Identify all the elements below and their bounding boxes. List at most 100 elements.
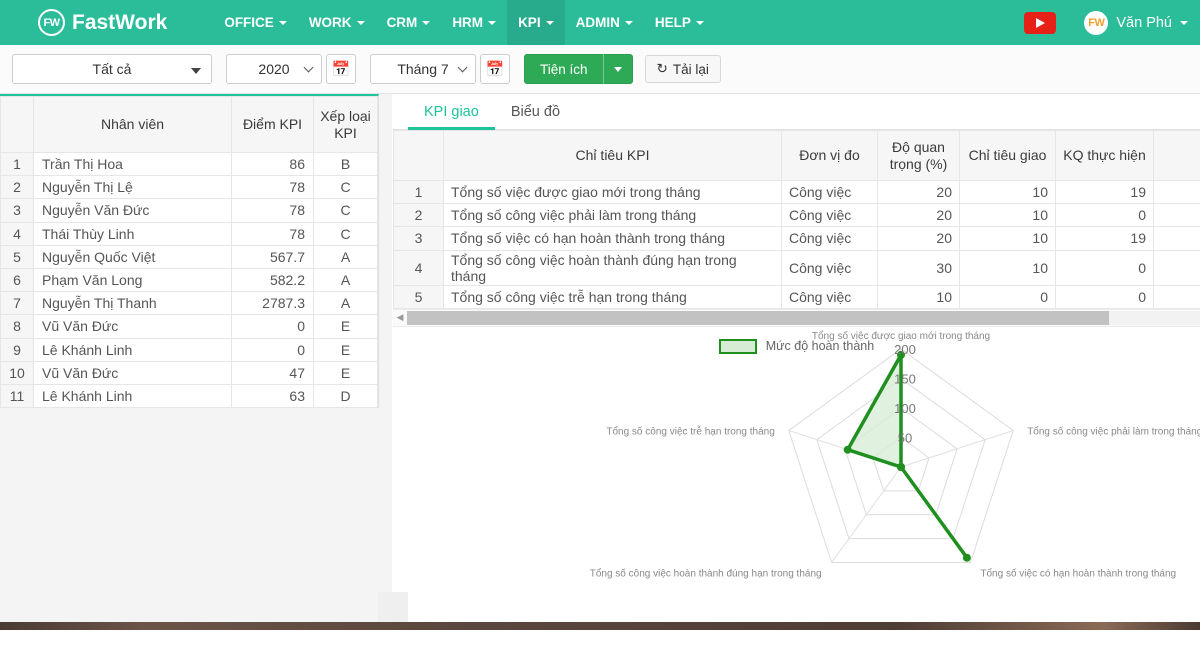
employee-name: Nguyễn Quốc Việt <box>34 245 232 268</box>
nav-item-admin[interactable]: ADMIN <box>565 0 644 45</box>
radar-data-point[interactable] <box>897 463 905 471</box>
employee-name: Thái Thùy Linh <box>34 222 232 245</box>
row-index: 4 <box>1 222 34 245</box>
reload-button[interactable]: ↻ Tải lại <box>645 55 721 83</box>
month-select[interactable]: Tháng 7 <box>370 54 476 84</box>
employee-name: Nguyễn Thị Thanh <box>34 292 232 315</box>
horizontal-scrollbar[interactable]: ◀ <box>393 309 1200 327</box>
nav-item-kpi[interactable]: KPI <box>507 0 565 45</box>
employee-table: Nhân viên Điểm KPI Xếp loại KPI 1Trần Th… <box>0 96 378 408</box>
department-select[interactable]: Tất cả <box>12 54 212 84</box>
kpi-unit: Công việc <box>782 204 878 227</box>
nav-item-work[interactable]: WORK <box>298 0 376 45</box>
table-row[interactable]: 5Nguyễn Quốc Việt567.7A <box>1 245 378 268</box>
brand-logo-group[interactable]: FW FastWork <box>38 9 167 36</box>
table-row[interactable]: 9Lê Khánh Linh0E <box>1 338 378 361</box>
kpi-score: 2787.3 <box>232 292 314 315</box>
employee-name: Nguyễn Văn Đức <box>34 199 232 222</box>
table-row[interactable]: 1Trần Thị Hoa86B <box>1 153 378 176</box>
row-index: 8 <box>1 315 34 338</box>
tab-kpi-giao[interactable]: KPI giao <box>408 94 495 129</box>
user-menu[interactable]: FW Văn Phú <box>1084 11 1188 35</box>
table-row[interactable]: 7Nguyễn Thị Thanh2787.3A <box>1 292 378 315</box>
row-index: 2 <box>394 204 444 227</box>
tab-bieu-do[interactable]: Biểu đồ <box>495 94 576 129</box>
nav-item-admin-label: ADMIN <box>576 15 620 30</box>
radar-category-label: Tổng số việc được giao mới trong tháng <box>812 330 990 342</box>
main-nav: OFFICE WORK CRM HRM KPI ADMIN HELP <box>213 0 715 45</box>
nav-item-help[interactable]: HELP <box>644 0 715 45</box>
table-row[interactable]: 6Phạm Văn Long582.2A <box>1 268 378 291</box>
nav-item-kpi-label: KPI <box>518 15 541 30</box>
chevron-down-icon <box>1180 21 1188 25</box>
chevron-down-icon <box>279 21 287 25</box>
chevron-down-icon <box>191 68 201 74</box>
kpi-weight: 20 <box>878 181 960 204</box>
table-row[interactable]: 2Tổng số công việc phải làm trong thángC… <box>394 204 1200 227</box>
nav-item-office[interactable]: OFFICE <box>213 0 298 45</box>
table-row[interactable]: 3Tổng số việc có hạn hoàn thành trong th… <box>394 227 1200 250</box>
table-row[interactable]: 4Thái Thùy Linh78C <box>1 222 378 245</box>
nav-item-hrm[interactable]: HRM <box>441 0 507 45</box>
kpi-assigned: 10 <box>960 204 1056 227</box>
kpi-rank: A <box>314 292 378 315</box>
scroll-left-arrow[interactable]: ◀ <box>393 312 407 323</box>
kpi-table: Chỉ tiêu KPI Đơn vị đo Độ quan trọng (%)… <box>393 130 1200 309</box>
month-calendar-button[interactable]: 📅 <box>480 54 510 84</box>
nav-item-hrm-label: HRM <box>452 15 483 30</box>
radar-tick-label: 50 <box>898 430 912 445</box>
utility-dropdown-toggle[interactable] <box>604 67 632 72</box>
kpi-score: 47 <box>232 361 314 384</box>
calendar-icon: 📅 <box>486 62 505 77</box>
col-weight: Độ quan trọng (%) <box>878 131 960 181</box>
table-row[interactable]: 2Nguyễn Thị Lệ78C <box>1 176 378 199</box>
table-row[interactable]: 4Tổng số công việc hoàn thành đúng hạn t… <box>394 250 1200 285</box>
col-unit: Đơn vị đo <box>782 131 878 181</box>
kpi-target-name: Tổng số công việc hoàn thành đúng hạn tr… <box>444 250 782 285</box>
kpi-actual: 19 <box>1056 181 1154 204</box>
year-calendar-button[interactable]: 📅 <box>326 54 356 84</box>
kpi-unit: Công việc <box>782 181 878 204</box>
tab-bieu-do-label: Biểu đồ <box>511 104 560 120</box>
nav-item-crm[interactable]: CRM <box>376 0 442 45</box>
kpi-target-name: Tổng số việc có hạn hoàn thành trong thá… <box>444 227 782 250</box>
nav-item-crm-label: CRM <box>387 15 418 30</box>
radar-category-label: Tổng số công việc phải làm trong tháng <box>1027 425 1200 437</box>
kpi-score: 582.2 <box>232 268 314 291</box>
fastwork-logo-icon: FW <box>38 9 65 36</box>
year-select[interactable]: 2020 <box>226 54 322 84</box>
col-index <box>1 97 34 153</box>
user-name-label: Văn Phú <box>1116 15 1172 31</box>
tab-kpi-giao-label: KPI giao <box>424 104 479 120</box>
navbar-right-group: FW Văn Phú <box>1024 11 1188 35</box>
kpi-target-name: Tổng số công việc phải làm trong tháng <box>444 204 782 227</box>
row-index: 7 <box>1 292 34 315</box>
kpi-unit: Công việc <box>782 285 878 308</box>
scrollbar-track[interactable] <box>407 311 1200 325</box>
radar-data-point[interactable] <box>844 445 852 453</box>
row-index: 3 <box>394 227 444 250</box>
department-select-value: Tất cả <box>93 61 132 77</box>
row-index: 11 <box>1 384 34 407</box>
table-row[interactable]: 3Nguyễn Văn Đức78C <box>1 199 378 222</box>
table-row[interactable]: 5Tổng số công việc trễ hạn trong thángCô… <box>394 285 1200 308</box>
table-header-row: Nhân viên Điểm KPI Xếp loại KPI <box>1 97 378 153</box>
kpi-table-scroll-area: Chỉ tiêu KPI Đơn vị đo Độ quan trọng (%)… <box>393 130 1200 309</box>
radar-data-point[interactable] <box>963 553 971 561</box>
kpi-detail-pane: KPI giao Biểu đồ Chỉ tiêu KPI Đơn vị đo … <box>393 94 1200 630</box>
calendar-icon: 📅 <box>332 62 351 77</box>
utility-button[interactable]: Tiện ích <box>524 54 633 84</box>
utility-button-label: Tiện ích <box>525 62 603 77</box>
kpi-score: 78 <box>232 199 314 222</box>
table-row[interactable]: 11Lê Khánh Linh63D <box>1 384 378 407</box>
youtube-play-icon[interactable] <box>1024 12 1056 34</box>
table-row[interactable]: 10Vũ Văn Đức47E <box>1 361 378 384</box>
scrollbar-thumb[interactable] <box>407 311 1109 325</box>
kpi-rank: B <box>314 153 378 176</box>
table-row[interactable]: 8Vũ Văn Đức0E <box>1 315 378 338</box>
table-row[interactable]: 1Tổng số việc được giao mới trong thángC… <box>394 181 1200 204</box>
col-kpi-target: Chỉ tiêu KPI <box>444 131 782 181</box>
kpi-unit: Công việc <box>782 227 878 250</box>
radar-chart-area: Mức độ hoàn thành 50100150200 Tổng số vi… <box>393 327 1200 657</box>
chevron-down-icon <box>546 21 554 25</box>
